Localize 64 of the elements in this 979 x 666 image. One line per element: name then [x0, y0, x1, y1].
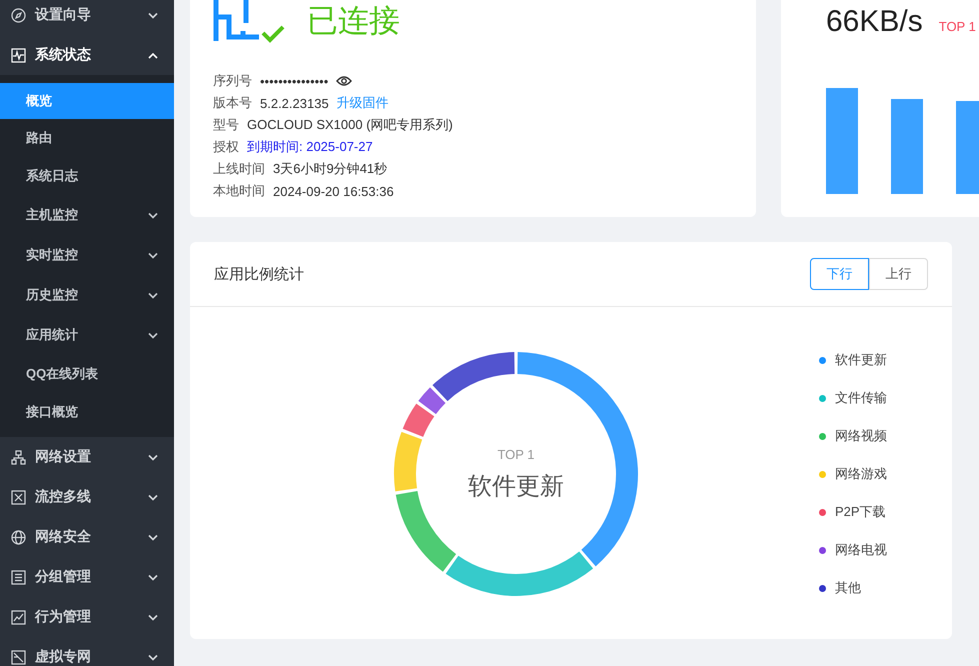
info-label: 上线时间	[213, 160, 265, 178]
info-label: 型号	[213, 116, 239, 134]
chevron-up-icon	[148, 52, 158, 58]
legend-label: P2P下载	[835, 503, 886, 521]
sidebar-item[interactable]: 网络安全	[0, 517, 174, 557]
info-value: 3天6小时9分钟41秒	[273, 160, 388, 178]
info-label: 授权	[213, 138, 239, 156]
legend-label: 网络视频	[835, 427, 887, 445]
chevron-down-icon	[148, 332, 158, 338]
sidebar-item[interactable]: 分组管理	[0, 557, 174, 597]
center-caption: TOP 1	[497, 446, 535, 462]
center-label: 软件更新	[468, 472, 564, 502]
traffic-rate: 66KB/s	[826, 5, 923, 39]
sidebar-subitem[interactable]: QQ在线列表	[0, 355, 174, 393]
sidebar-item[interactable]: 系统状态	[0, 35, 174, 75]
license-expiry: 到期时间: 2025-07-27	[247, 138, 373, 156]
sidebar-item[interactable]: 设置向导	[0, 0, 174, 35]
compass-icon	[11, 8, 26, 22]
globe-icon	[11, 530, 26, 544]
legend-label: 文件传输	[835, 389, 887, 407]
info-value: GOCLOUD SX1000 (网吧专用系列)	[247, 116, 453, 134]
sidebar-subitem[interactable]: 应用统计	[0, 315, 174, 355]
legend-label: 网络电视	[835, 541, 887, 559]
chevron-down-icon	[148, 292, 158, 298]
info-label: 本地时间	[213, 182, 265, 200]
legend-label: 软件更新	[835, 351, 887, 369]
list-icon	[11, 570, 26, 584]
chevron-down-icon	[148, 654, 158, 660]
chevron-down-icon	[148, 534, 158, 540]
chevron-down-icon	[148, 252, 158, 258]
chevron-down-icon	[148, 494, 158, 500]
rank-label: TOP 1	[938, 19, 976, 34]
chevron-down-icon	[148, 574, 158, 580]
sidebar-item[interactable]: 网络设置	[0, 437, 174, 477]
sidebar-item[interactable]: 流控多线	[0, 477, 174, 517]
sidebar-subitem[interactable]: 接口概览	[0, 393, 174, 431]
slashed-box-icon	[11, 650, 26, 664]
info-label: 版本号	[213, 94, 252, 112]
trend-chart-icon	[11, 610, 26, 624]
sidebar-item[interactable]: 虚拟专网	[0, 637, 174, 666]
toggle-button[interactable]: 上行	[869, 258, 928, 290]
legend-label: 其他	[835, 579, 861, 597]
serial-number: •••••••••••••••	[260, 74, 328, 88]
chevron-down-icon	[148, 212, 158, 218]
card-title: 应用比例统计	[214, 264, 304, 284]
legend-label: 网络游戏	[835, 465, 887, 483]
plug-check-icon	[213, 0, 285, 45]
chevron-down-icon	[148, 12, 158, 18]
sidebar-subitem[interactable]: 实时监控	[0, 235, 174, 275]
sidebar-subitem[interactable]: 主机监控	[0, 195, 174, 235]
eye-icon	[336, 75, 352, 87]
sidebar-item[interactable]: 行为管理	[0, 597, 174, 637]
network-icon	[11, 450, 26, 464]
crossed-box-icon	[11, 490, 26, 504]
sidebar-subitem[interactable]: 系统日志	[0, 157, 174, 195]
info-value: 2024-09-20 16:53:36	[273, 184, 394, 198]
sidebar-subitem[interactable]: 路由	[0, 119, 174, 157]
pulse-icon	[11, 48, 26, 62]
chevron-down-icon	[148, 614, 158, 620]
sidebar-subitem[interactable]: 历史监控	[0, 275, 174, 315]
info-label: 序列号	[213, 72, 252, 90]
connection-status: 已连接	[307, 2, 400, 40]
info-value: 5.2.2.23135	[260, 96, 329, 110]
chevron-down-icon	[148, 454, 158, 460]
